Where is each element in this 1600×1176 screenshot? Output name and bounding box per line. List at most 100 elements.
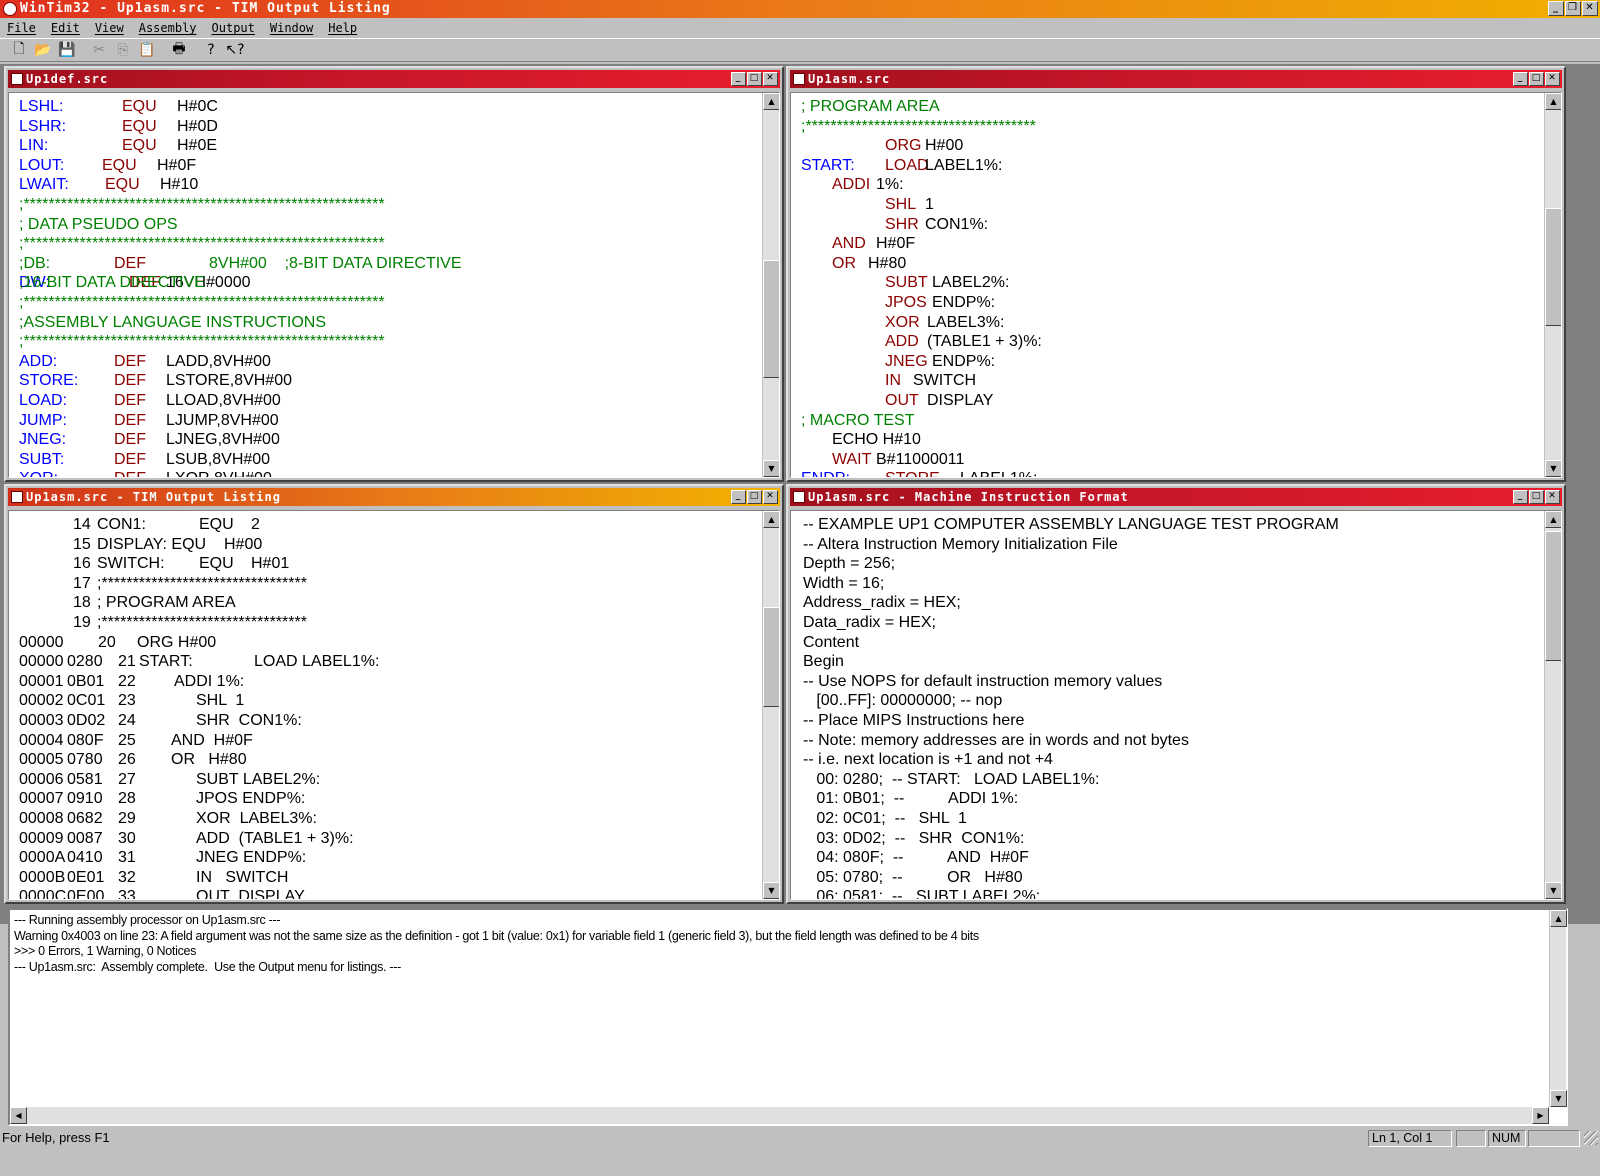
scroll-down-button[interactable]: ▼: [1550, 1090, 1567, 1107]
close-button[interactable]: ✕: [1545, 490, 1560, 504]
vertical-scrollbar[interactable]: ▲ ▼: [762, 93, 779, 477]
listing-row: 00000 0280 21 START: LOAD LABEL1%:: [19, 652, 761, 672]
scroll-left-button[interactable]: ◀: [10, 1107, 27, 1124]
vertical-scrollbar[interactable]: ▲ ▼: [1544, 511, 1561, 899]
minimize-button[interactable]: _: [1513, 490, 1528, 504]
vertical-scrollbar[interactable]: ▲ ▼: [1544, 93, 1561, 477]
output-pane[interactable]: --- Running assembly processor on Up1asm…: [8, 908, 1568, 1126]
listing-title: Up1asm.src - TIM Output Listing: [26, 490, 281, 504]
maximize-button[interactable]: ❐: [1565, 1, 1581, 16]
context-help-icon[interactable]: ↖?: [224, 40, 246, 60]
scroll-up-button[interactable]: ▲: [1545, 93, 1561, 110]
updef-editor[interactable]: LSHL: EQU H#0C LSHR: EQU H#0D LIN: EQU H#0E LOUT:…: [9, 93, 761, 477]
menu-assembly[interactable]: Assembly: [132, 21, 205, 35]
scroll-up-button[interactable]: ▲: [1550, 910, 1567, 927]
menu-view[interactable]: View: [88, 21, 132, 35]
upasm-window[interactable]: Up1asm.src _ □ ✕ ; PROGRAM AREA ;********…: [786, 66, 1566, 482]
mif-view[interactable]: -- EXAMPLE UP1 COMPUTER ASSEMBLY LANGUAG…: [791, 511, 1543, 899]
new-icon[interactable]: 🗋: [8, 40, 30, 60]
code-line: WAIT B#11000011: [801, 450, 1543, 470]
scroll-up-button[interactable]: ▲: [763, 511, 779, 528]
cut-icon[interactable]: ✂: [88, 40, 110, 60]
code-token: 17: [73, 574, 91, 592]
copy-icon[interactable]: ⎘: [112, 40, 134, 60]
code-line: XOR: DEF LXOR,8VH#00: [19, 469, 761, 477]
status-cursor-position: Ln 1, Col 1: [1368, 1130, 1452, 1147]
scroll-thumb[interactable]: [763, 260, 779, 378]
code-token: 20: [98, 633, 116, 651]
output-horizontal-scrollbar[interactable]: ◀ ▶: [10, 1107, 1549, 1124]
mif-line: Begin: [803, 653, 844, 671]
listing-window[interactable]: Up1asm.src - TIM Output Listing _ □ ✕ 14…: [4, 484, 784, 904]
scroll-thumb[interactable]: [1545, 208, 1561, 326]
help-icon[interactable]: ?: [200, 40, 222, 60]
scroll-down-button[interactable]: ▼: [1545, 882, 1561, 899]
code-token: START:: [801, 156, 855, 174]
updef-title-bar[interactable]: Up1def.src _ □ ✕: [8, 70, 780, 88]
code-token: SUBT: [885, 274, 928, 292]
mif-line: Content: [803, 633, 860, 651]
save-icon[interactable]: 💾: [56, 40, 78, 60]
code-token: 00006: [19, 770, 64, 788]
menu-output[interactable]: Output: [205, 21, 263, 35]
scroll-up-button[interactable]: ▲: [1545, 511, 1561, 528]
paste-icon[interactable]: 📋: [136, 40, 158, 60]
listing-view[interactable]: 14 CON1: EQU 2 15 DISPLAY: EQU H#00 16 SWITCH: EQ…: [9, 511, 761, 899]
app-icon[interactable]: [3, 2, 17, 16]
code-line: ;***************************************…: [19, 234, 761, 254]
code-line: SUBT LABEL2%:: [801, 273, 1543, 293]
scroll-down-button[interactable]: ▼: [1545, 460, 1561, 477]
maximize-button[interactable]: □: [747, 490, 762, 504]
close-button[interactable]: ✕: [1545, 72, 1560, 86]
mif-title-bar[interactable]: Up1asm.src - Machine Instruction Format …: [790, 488, 1562, 506]
scroll-right-button[interactable]: ▶: [1532, 1107, 1549, 1124]
scroll-thumb[interactable]: [1545, 531, 1561, 661]
code-token: 080F: [67, 731, 104, 749]
menu-window[interactable]: Window: [263, 21, 321, 35]
close-button[interactable]: ✕: [763, 490, 778, 504]
print-icon[interactable]: 🖶: [168, 40, 190, 60]
toolbar: 🗋 📂 💾 ✂ ⎘ 📋 🖶 ? ↖?: [0, 38, 1600, 62]
vertical-scrollbar[interactable]: ▲ ▼: [762, 511, 779, 899]
maximize-button[interactable]: □: [1529, 490, 1544, 504]
close-button[interactable]: ✕: [1582, 1, 1598, 16]
scroll-down-button[interactable]: ▼: [763, 460, 779, 477]
output-vertical-scrollbar[interactable]: ▲ ▼: [1549, 910, 1567, 1107]
code-token: 22: [118, 672, 136, 690]
code-token: AND H#0F: [171, 731, 253, 749]
listing-title-bar[interactable]: Up1asm.src - TIM Output Listing _ □ ✕: [8, 488, 780, 506]
scroll-thumb[interactable]: [763, 607, 779, 707]
minimize-button[interactable]: _: [1513, 72, 1528, 86]
code-token: H#0F: [876, 235, 916, 253]
scroll-up-button[interactable]: ▲: [763, 93, 779, 110]
code-token: 0780: [67, 751, 103, 769]
code-token: 24: [118, 711, 136, 729]
code-token: 1: [925, 195, 934, 213]
code-line: LOAD: DEF LLOAD,8VH#00: [19, 391, 761, 411]
scroll-down-button[interactable]: ▼: [763, 882, 779, 899]
code-token: ENDP:: [801, 469, 850, 477]
updef-window[interactable]: Up1def.src _ □ ✕ LSHL: EQU H#0C LSHR: EQU H#0…: [4, 66, 784, 482]
close-button[interactable]: ✕: [763, 72, 778, 86]
minimize-button[interactable]: _: [1548, 1, 1564, 16]
app-title-bar[interactable]: WinTim32 - Up1asm.src - TIM Output Listi…: [0, 0, 1600, 18]
code-line: ADDI 1%:: [801, 175, 1543, 195]
code-token: XOR: [885, 313, 920, 331]
mif-window[interactable]: Up1asm.src - Machine Instruction Format …: [786, 484, 1566, 904]
upasm-editor[interactable]: ; PROGRAM AREA ;*************************…: [791, 93, 1543, 477]
maximize-button[interactable]: □: [1529, 72, 1544, 86]
menu-help[interactable]: Help: [321, 21, 365, 35]
menu-edit[interactable]: Edit: [44, 21, 88, 35]
code-token: DEF: [114, 450, 146, 468]
code-line: JNEG ENDP%:: [801, 352, 1543, 372]
minimize-button[interactable]: _: [731, 490, 746, 504]
resize-grip[interactable]: [1584, 1131, 1598, 1145]
upasm-title-bar[interactable]: Up1asm.src _ □ ✕: [790, 70, 1562, 88]
maximize-button[interactable]: □: [747, 72, 762, 86]
menu-file[interactable]: File: [0, 21, 44, 35]
minimize-button[interactable]: _: [731, 72, 746, 86]
open-icon[interactable]: 📂: [32, 40, 54, 60]
code-token: LADD,8VH#00: [166, 352, 271, 370]
code-token: ;*************************************: [801, 117, 1036, 135]
status-num-indicator: NUM: [1488, 1130, 1526, 1147]
